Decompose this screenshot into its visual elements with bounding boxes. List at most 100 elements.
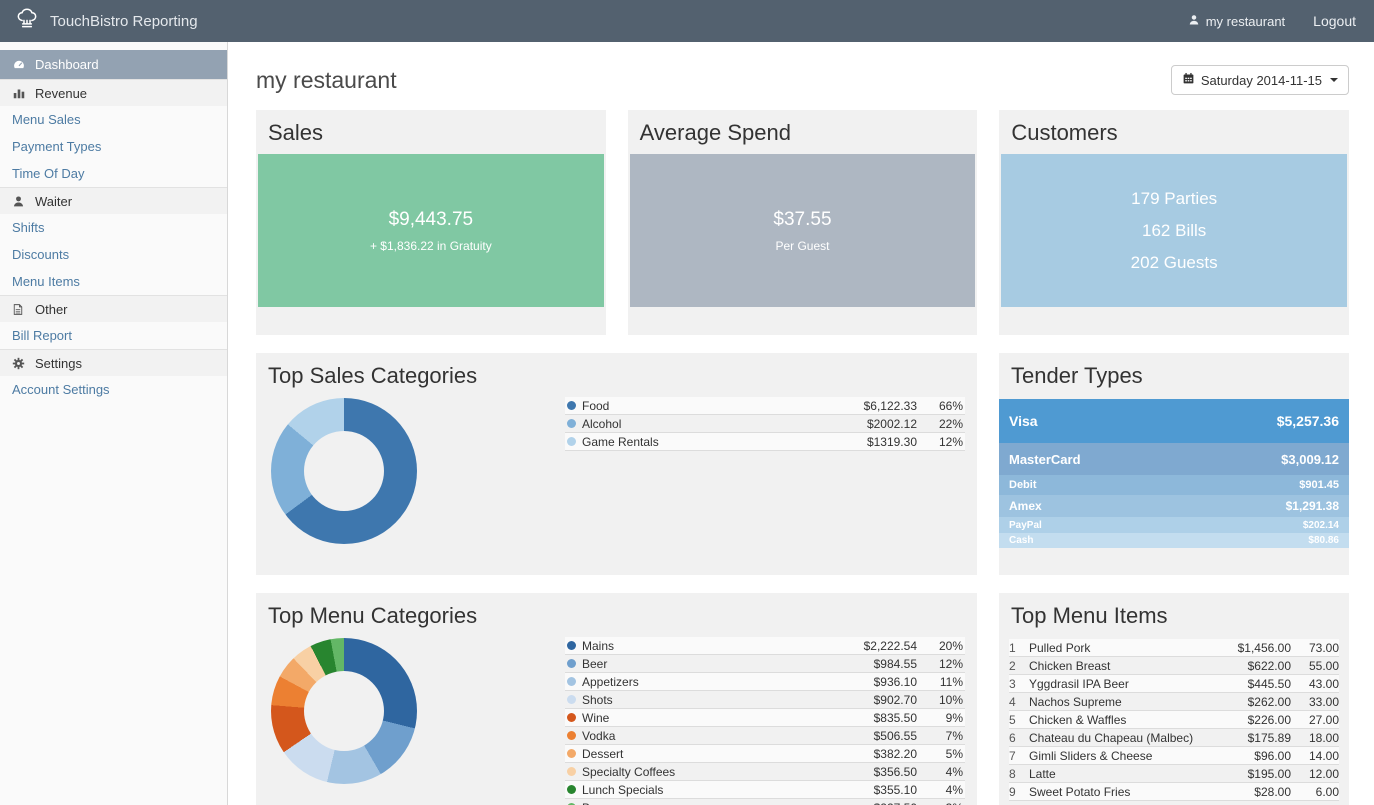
legend-color-dot: [567, 731, 576, 740]
card-title: Sales: [256, 110, 606, 154]
legend-percent: 66%: [917, 399, 963, 413]
user-menu[interactable]: my restaurant: [1188, 14, 1285, 29]
menu-item-row: 4Nachos Supreme$262.0033.00: [1009, 693, 1339, 711]
date-picker-button[interactable]: Saturday 2014-11-15: [1171, 65, 1349, 95]
sidebar-item-account-settings[interactable]: Account Settings: [0, 376, 227, 403]
customers-value-block: 179 Parties162 Bills202 Guests: [1001, 154, 1347, 307]
item-amount: $226.00: [1219, 713, 1291, 727]
sidebar-item-menu-sales[interactable]: Menu Sales: [0, 106, 227, 133]
legend-color-dot: [567, 401, 576, 410]
legend-amount: $6,122.33: [837, 399, 917, 413]
navbar-right: my restaurant Logout: [1188, 13, 1356, 29]
legend-amount: $506.55: [837, 729, 917, 743]
item-rank: 4: [1009, 695, 1029, 709]
legend-color-dot: [567, 641, 576, 650]
legend-percent: 3%: [917, 801, 963, 805]
item-name: Pulled Pork: [1029, 641, 1219, 655]
legend-label: Vodka: [582, 729, 837, 743]
legend-row: Lunch Specials$355.104%: [565, 781, 965, 799]
tender-label: PayPal: [1009, 520, 1042, 531]
customers-card: Customers179 Parties162 Bills202 Guests: [999, 110, 1349, 335]
tender-amount: $3,009.12: [1281, 452, 1339, 467]
legend-amount: $2,222.54: [837, 639, 917, 653]
item-name: Nachos Supreme: [1029, 695, 1219, 709]
legend-color-dot: [567, 785, 576, 794]
page-title: my restaurant: [256, 67, 397, 94]
tender-bar-mastercard: MasterCard$3,009.12: [999, 443, 1349, 475]
legend-row: Dessert$382.205%: [565, 745, 965, 763]
sidebar-item-dashboard[interactable]: Dashboard: [0, 50, 227, 79]
legend-color-dot: [567, 749, 576, 758]
item-rank: 5: [1009, 713, 1029, 727]
legend-percent: 4%: [917, 765, 963, 779]
legend-color-dot: [567, 677, 576, 686]
tender-bars: Visa$5,257.36MasterCard$3,009.12Debit$90…: [999, 399, 1349, 548]
top-sales-categories-donut-chart: [271, 398, 417, 544]
sidebar-item-label: Menu Sales: [12, 112, 81, 127]
item-quantity: 6.00: [1291, 785, 1339, 799]
tender-types-panel: Tender TypesVisa$5,257.36MasterCard$3,00…: [999, 353, 1349, 575]
sidebar-item-payment-types[interactable]: Payment Types: [0, 133, 227, 160]
legend-label: Alcohol: [582, 417, 837, 431]
legend-row: Appetizers$936.1011%: [565, 673, 965, 691]
legend-percent: 5%: [917, 747, 963, 761]
brand-link[interactable]: TouchBistro Reporting: [14, 6, 198, 37]
legend-percent: 22%: [917, 417, 963, 431]
item-name: Chicken & Waffles: [1029, 713, 1219, 727]
tender-bar-paypal: PayPal$202.14: [999, 517, 1349, 533]
legend-row: Alcohol$2002.1222%: [565, 415, 965, 433]
sidebar-item-shifts[interactable]: Shifts: [0, 214, 227, 241]
menu-item-row: 10Ent Organic Beer$24.754.00: [1009, 801, 1339, 805]
legend-amount: $936.10: [837, 675, 917, 689]
stat-line: $37.55: [773, 209, 831, 231]
item-amount: $262.00: [1219, 695, 1291, 709]
tender-label: Amex: [1009, 499, 1042, 513]
date-label: Saturday 2014-11-15: [1201, 73, 1322, 88]
sidebar-item-label: Time Of Day: [12, 166, 84, 181]
legend-label: Food: [582, 399, 837, 413]
sidebar-item-discounts[interactable]: Discounts: [0, 241, 227, 268]
tender-bar-debit: Debit$901.45: [999, 475, 1349, 495]
sales-value-block: $9,443.75+ $1,836.22 in Gratuity: [258, 154, 604, 307]
menu-items-list: 1Pulled Pork$1,456.0073.002Chicken Breas…: [1009, 639, 1339, 805]
item-name: Yggdrasil IPA Beer: [1029, 677, 1219, 691]
sidebar-item-waiter[interactable]: Waiter: [0, 187, 227, 214]
item-amount: $1,456.00: [1219, 641, 1291, 655]
legend-row: Vodka$506.557%: [565, 727, 965, 745]
legend-label: Shots: [582, 693, 837, 707]
tender-amount: $5,257.36: [1277, 413, 1339, 429]
top-menu-categories-panel: Top Menu CategoriesMains$2,222.5420%Beer…: [256, 593, 977, 805]
menu-item-row: 9Sweet Potato Fries$28.006.00: [1009, 783, 1339, 801]
tender-bar-cash: Cash$80.86: [999, 533, 1349, 548]
legend-percent: 12%: [917, 657, 963, 671]
legend-label: Game Rentals: [582, 435, 837, 449]
navbar: TouchBistro Reporting my restaurant Logo…: [0, 0, 1374, 42]
item-name: Gimli Sliders & Cheese: [1029, 749, 1219, 763]
top-menu-items-panel: Top Menu Items1Pulled Pork$1,456.0073.00…: [999, 593, 1349, 805]
legend-amount: $355.10: [837, 783, 917, 797]
stat-line: 162 Bills: [1142, 215, 1206, 247]
legend-color-dot: [567, 419, 576, 428]
top-sales-categories-panel: Top Sales CategoriesFood$6,122.3366%Alco…: [256, 353, 977, 575]
sidebar-item-label: Dashboard: [35, 57, 99, 72]
touchbistro-logo-icon: [14, 6, 40, 37]
item-rank: 9: [1009, 785, 1029, 799]
item-quantity: 12.00: [1291, 767, 1339, 781]
sidebar-item-menu-items[interactable]: Menu Items: [0, 268, 227, 295]
panel-title: Top Menu Items: [999, 593, 1349, 637]
menu-item-row: 8Latte$195.0012.00: [1009, 765, 1339, 783]
legend-row: Wine$835.509%: [565, 709, 965, 727]
sidebar-item-time-of-day[interactable]: Time Of Day: [0, 160, 227, 187]
sidebar-item-settings[interactable]: Settings: [0, 349, 227, 376]
item-rank: 1: [1009, 641, 1029, 655]
panel-title: Tender Types: [999, 353, 1349, 397]
legend-label: Mains: [582, 639, 837, 653]
user-name: my restaurant: [1206, 14, 1285, 29]
sidebar-item-other[interactable]: Other: [0, 295, 227, 322]
sidebar-item-revenue[interactable]: Revenue: [0, 79, 227, 106]
sales-card: Sales$9,443.75+ $1,836.22 in Gratuity: [256, 110, 606, 335]
legend-amount: $1319.30: [837, 435, 917, 449]
logout-button[interactable]: Logout: [1313, 13, 1356, 29]
sidebar-item-bill-report[interactable]: Bill Report: [0, 322, 227, 349]
legend-row: Shots$902.7010%: [565, 691, 965, 709]
